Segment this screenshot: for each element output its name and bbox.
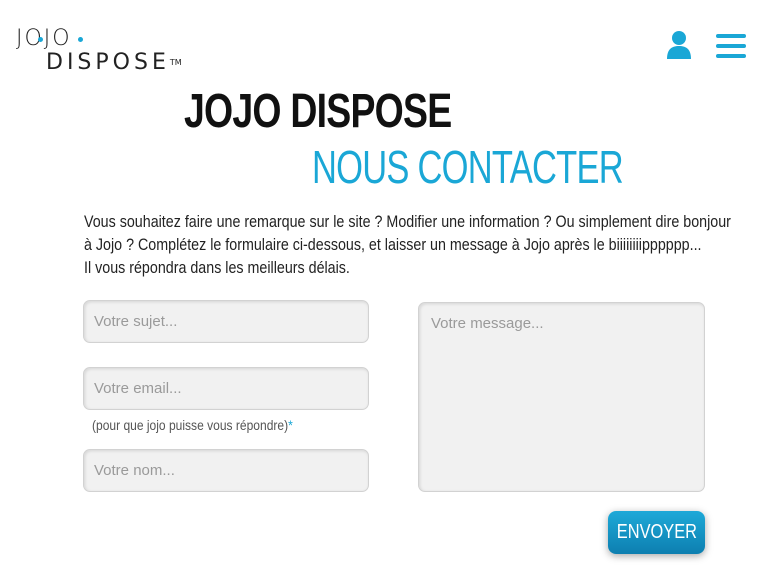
logo-bottom-text: DISPOSETM — [46, 51, 182, 75]
menu-bar — [716, 44, 746, 48]
jojo-dispose-logo[interactable]: JOJO DISPOSETM — [16, 26, 182, 80]
page-subtitle: NOUS CONTACTER — [312, 141, 624, 193]
logo-trademark: TM — [169, 58, 182, 67]
contact-page: JOJO DISPOSETM JOJO DISPOSE NOUS CONTACT… — [0, 0, 768, 576]
logo-bottom-word: DISPOSE — [46, 50, 170, 75]
menu-bar — [716, 54, 746, 58]
intro-line: Il vous répondra dans les meilleurs déla… — [84, 258, 350, 277]
subject-input[interactable] — [83, 300, 369, 343]
required-star: * — [288, 417, 293, 433]
email-hint: (pour que jojo puisse vous répondre)* — [92, 417, 293, 433]
intro-paragraph: Vous souhaitez faire une remarque sur le… — [84, 210, 731, 279]
email-hint-text: (pour que jojo puisse vous répondre) — [92, 417, 289, 433]
user-icon[interactable] — [666, 30, 692, 60]
send-button[interactable]: ENVOYER — [608, 511, 705, 554]
send-button-label: ENVOYER — [616, 521, 698, 543]
logo-eye-dot — [78, 37, 83, 42]
name-input[interactable] — [83, 449, 369, 492]
hamburger-menu-icon[interactable] — [716, 34, 746, 58]
logo-eye-dot — [38, 37, 43, 42]
intro-line: Vous souhaitez faire une remarque sur le… — [84, 212, 731, 231]
message-textarea[interactable] — [418, 302, 705, 492]
page-title: JOJO DISPOSE — [184, 85, 452, 138]
email-input[interactable] — [83, 367, 369, 410]
logo-top-text: JOJO — [16, 26, 72, 51]
menu-bar — [716, 34, 746, 38]
intro-line: à Jojo ? Complétez le formulaire ci-dess… — [84, 235, 702, 254]
